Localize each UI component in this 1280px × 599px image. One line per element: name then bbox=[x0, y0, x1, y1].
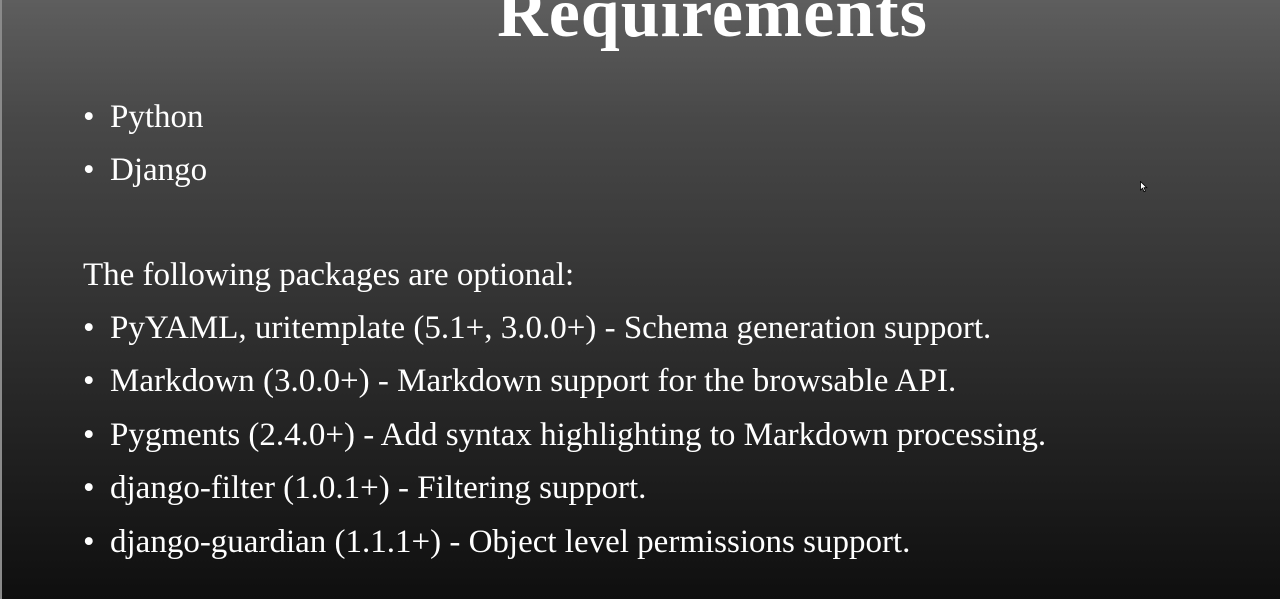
bullet-icon: • bbox=[83, 310, 95, 346]
bullet-icon: • bbox=[83, 470, 95, 507]
list-item-text: Pygments (2.4.0+) - Add syntax highlight… bbox=[110, 416, 1047, 453]
bullet-icon: • bbox=[83, 523, 95, 560]
mouse-pointer-icon bbox=[1140, 181, 1148, 193]
list-item-text: django-filter (1.0.1+) - Filtering suppo… bbox=[110, 470, 647, 507]
list-item-text: django-guardian (1.1.1+) - Object level … bbox=[110, 523, 911, 560]
list-item: • Django bbox=[83, 144, 207, 197]
bullet-icon: • bbox=[83, 99, 95, 135]
list-item-text: Python bbox=[110, 99, 204, 135]
bullet-icon: • bbox=[83, 363, 95, 400]
slide-title: Requirements bbox=[497, 0, 928, 52]
required-list: • Python • Django bbox=[83, 91, 207, 198]
list-item: • django-guardian (1.1.1+) - Object leve… bbox=[83, 516, 1046, 569]
optional-intro: The following packages are optional: bbox=[83, 257, 575, 293]
list-item: • Markdown (3.0.0+) - Markdown support f… bbox=[83, 355, 1046, 408]
optional-list: • PyYAML, uritemplate (5.1+, 3.0.0+) - S… bbox=[83, 302, 1046, 569]
list-item-text: Markdown (3.0.0+) - Markdown support for… bbox=[110, 363, 957, 400]
list-item-text: PyYAML, uritemplate (5.1+, 3.0.0+) - Sch… bbox=[110, 310, 992, 346]
list-item: • PyYAML, uritemplate (5.1+, 3.0.0+) - S… bbox=[83, 302, 1046, 355]
list-item: • Python bbox=[83, 91, 207, 144]
list-item: • django-filter (1.0.1+) - Filtering sup… bbox=[83, 462, 1046, 515]
list-item: • Pygments (2.4.0+) - Add syntax highlig… bbox=[83, 409, 1046, 462]
list-item-text: Django bbox=[110, 152, 208, 189]
bullet-icon: • bbox=[83, 152, 95, 189]
slide-left-edge bbox=[0, 0, 2, 599]
bullet-icon: • bbox=[83, 416, 95, 453]
presentation-slide: Requirements • Python • Django The follo… bbox=[0, 0, 1280, 599]
